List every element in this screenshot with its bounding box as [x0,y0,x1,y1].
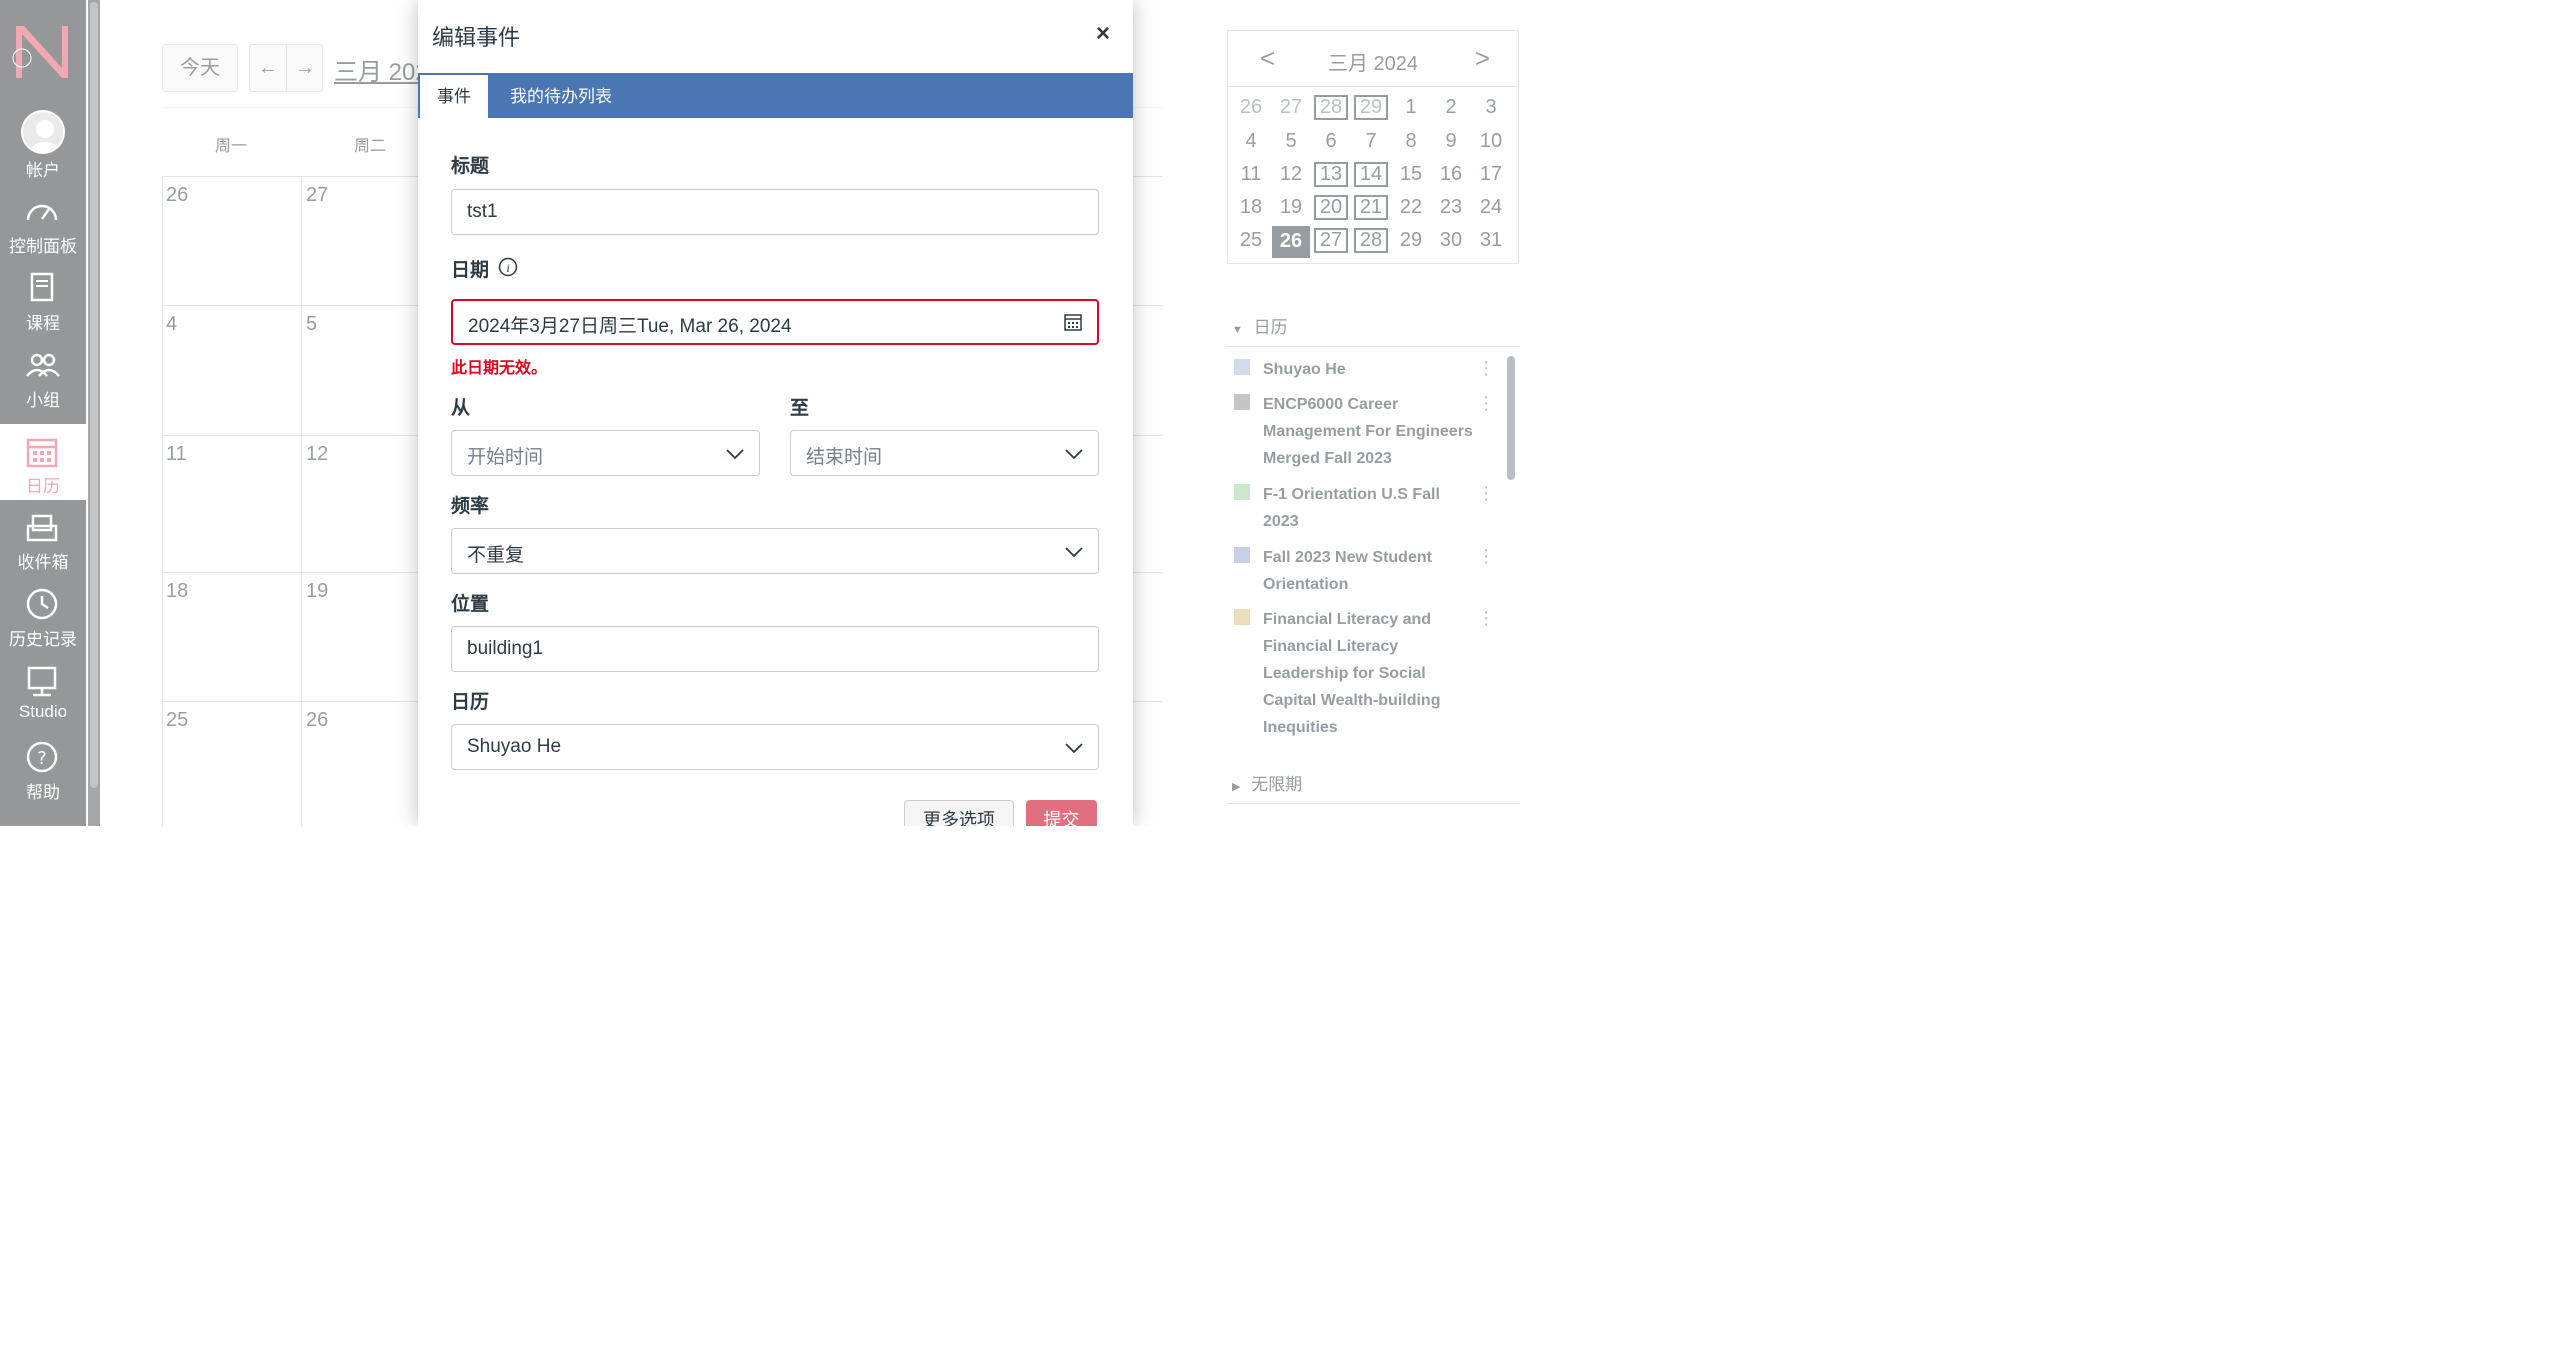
edit-event-dialog: 编辑事件 × 事件 我的待办列表 标题 tst1 日期 i 2024年3月27日… [418,0,1133,826]
chevron-down-icon [1065,743,1083,754]
more-options-button[interactable]: 更多选项 [904,800,1014,826]
date-label: 日期 [451,260,490,281]
start-time-select[interactable]: 开始时间 [451,430,760,476]
submit-button[interactable]: 提交 [1026,800,1097,826]
title-input[interactable]: tst1 [451,189,1099,235]
svg-text:i: i [506,261,509,275]
chevron-down-icon [1065,449,1083,460]
chevron-down-icon [726,449,744,460]
tab-event[interactable]: 事件 [420,75,488,118]
chevron-down-icon [1065,547,1083,558]
frequency-label: 频率 [451,496,490,517]
calendar-select[interactable]: Shuyao He [451,724,1099,770]
date-error-message: 此日期无效。 [451,360,548,377]
end-time-select[interactable]: 结束时间 [790,430,1099,476]
info-icon[interactable]: i [498,257,518,277]
to-label: 至 [790,398,810,419]
title-label: 标题 [451,156,490,177]
dialog-tabs: 事件 我的待办列表 [418,73,1133,118]
location-input[interactable]: building1 [451,626,1099,672]
tab-todo[interactable]: 我的待办列表 [510,75,612,118]
from-label: 从 [451,398,471,419]
dialog-title: 编辑事件 [432,25,521,50]
frequency-select[interactable]: 不重复 [451,528,1099,574]
close-icon[interactable]: × [1096,20,1110,48]
calendar-label: 日历 [451,692,490,713]
calendar-picker-icon[interactable] [1063,312,1083,332]
location-label: 位置 [451,594,490,615]
date-input[interactable]: 2024年3月27日周三Tue, Mar 26, 2024 [451,299,1099,345]
